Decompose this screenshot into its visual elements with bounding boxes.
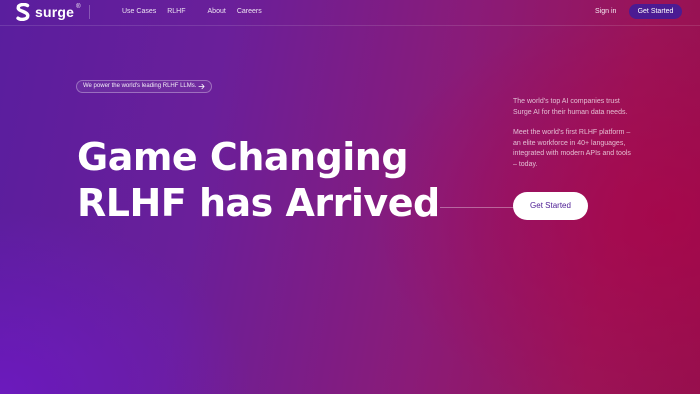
landing-page: surge ® Use Cases RLHF About Careers Sig… — [0, 0, 700, 394]
nav-divider — [89, 5, 90, 19]
announcement-text: We power the world's leading RLHF LLMs. — [83, 83, 197, 89]
nav-link-about[interactable]: About — [208, 6, 226, 18]
hero-description: The world's top AI companies trust Surge… — [513, 97, 633, 170]
top-navbar: surge ® Use Cases RLHF About Careers Sig… — [0, 0, 700, 26]
hero-headline: Game Changing RLHF has Arrived — [77, 134, 440, 226]
nav-link-careers[interactable]: Careers — [237, 6, 262, 18]
hero-description-paragraph-1: The world's top AI companies trust Surge… — [513, 98, 628, 116]
registered-mark: ® — [76, 4, 81, 10]
nav-link-use-cases[interactable]: Use Cases — [122, 6, 156, 18]
nav-links: Use Cases RLHF About Careers — [122, 6, 262, 18]
nav-link-rlhf[interactable]: RLHF — [167, 6, 185, 18]
logo-wordmark: surge — [35, 4, 75, 20]
hero-headline-line-1: Game Changing — [77, 135, 409, 179]
announcement-pill[interactable]: We power the world's leading RLHF LLMs. — [76, 80, 212, 93]
surge-logo-icon — [16, 3, 30, 21]
cta-divider-line — [440, 207, 514, 208]
arrow-right-icon — [198, 83, 205, 90]
nav-get-started-button[interactable]: Get Started — [629, 4, 682, 19]
hero-get-started-button[interactable]: Get Started — [513, 192, 588, 220]
hero-headline-line-2: RLHF has Arrived — [77, 181, 440, 225]
hero-description-paragraph-2: Meet the world's first RLHF platform – a… — [513, 129, 631, 168]
sign-in-link[interactable]: Sign in — [595, 6, 616, 18]
surge-logo[interactable]: surge ® — [15, 3, 81, 21]
